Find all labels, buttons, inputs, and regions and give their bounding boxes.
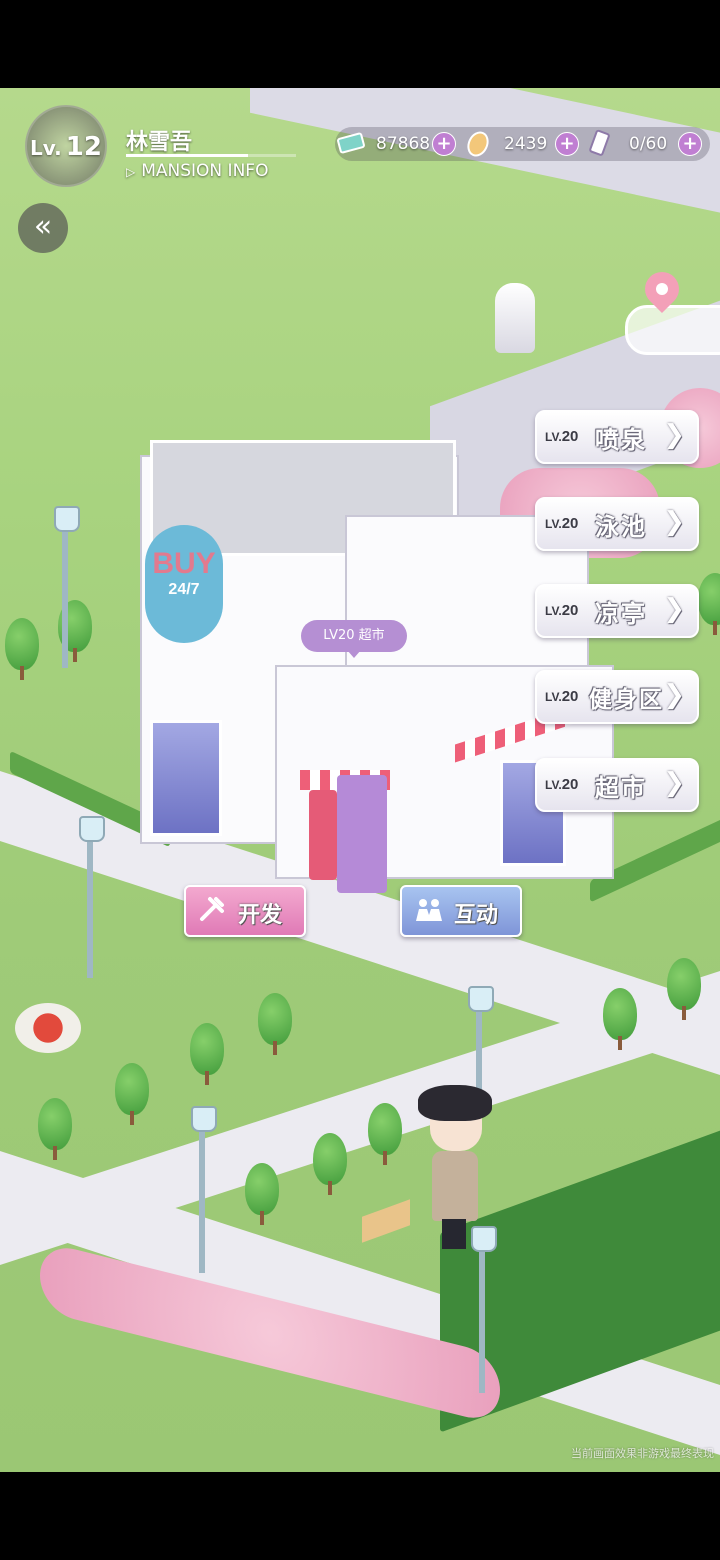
chevron-right-icon: ❯ xyxy=(663,768,685,798)
facility-level: LV.20 xyxy=(545,428,579,445)
street-lamp xyxy=(191,1106,217,1273)
tree xyxy=(603,988,637,1050)
character-legs xyxy=(442,1219,466,1249)
tree xyxy=(115,1063,149,1125)
mansion-info-label: MANSION INFO xyxy=(141,161,269,181)
street-lamp xyxy=(471,1226,497,1393)
buy-sign-sub: 24/7 xyxy=(168,581,200,598)
tree xyxy=(38,1098,72,1160)
exp-bar-fill xyxy=(126,154,248,157)
tree xyxy=(313,1133,347,1195)
back-button[interactable]: « xyxy=(18,203,68,253)
chevron-right-icon: ❯ xyxy=(663,507,685,537)
bottom-black-bar xyxy=(0,1472,720,1560)
facility-button-supermarket[interactable]: LV.20 超市 ❯ xyxy=(535,758,699,812)
level-label: Lv. 12 xyxy=(30,132,102,162)
top-black-bar xyxy=(0,0,720,88)
flower-pot xyxy=(15,1003,81,1053)
location-pill[interactable] xyxy=(625,305,720,355)
tree xyxy=(368,1103,402,1165)
bench xyxy=(362,1199,410,1243)
mansion-info-link[interactable]: ▷ MANSION INFO xyxy=(126,161,268,181)
facility-level: LV.20 xyxy=(545,602,579,619)
buy-sign: BUY 24/7 xyxy=(145,525,223,643)
vending-machine xyxy=(337,775,387,893)
cash-amount: 87868 xyxy=(376,134,431,154)
facility-button-pool[interactable]: LV.20 泳池 ❯ xyxy=(535,497,699,551)
tree xyxy=(667,958,701,1020)
chevron-right-icon: ❯ xyxy=(663,594,685,624)
facility-level: LV.20 xyxy=(545,688,579,705)
street-lamp xyxy=(79,816,105,978)
facility-name: 喷泉 xyxy=(595,426,647,454)
chevron-right-icon: ❯ xyxy=(663,680,685,710)
add-cash-button[interactable]: + xyxy=(432,132,456,156)
facility-level: LV.20 xyxy=(545,776,579,793)
fountain-urn xyxy=(495,283,535,353)
interact-button[interactable]: 互动 xyxy=(400,885,522,937)
vending-machine xyxy=(309,790,337,880)
level-number: 12 xyxy=(65,132,102,162)
develop-label: 开发 xyxy=(238,903,283,928)
facility-name: 泳池 xyxy=(595,513,647,541)
tree xyxy=(698,573,720,635)
facility-button-pavilion[interactable]: LV.20 凉亭 ❯ xyxy=(535,584,699,638)
facility-name: 凉亭 xyxy=(595,600,647,628)
facility-name: 超市 xyxy=(595,774,647,802)
play-triangle-icon: ▷ xyxy=(126,165,136,179)
disclaimer-text: 当前画面效果非游戏最终表现 xyxy=(571,1447,714,1460)
street-lamp xyxy=(54,506,80,668)
add-gem-button[interactable]: + xyxy=(555,132,579,156)
add-energy-button[interactable]: + xyxy=(678,132,702,156)
facility-button-gym[interactable]: LV.20 健身区 ❯ xyxy=(535,670,699,724)
tree xyxy=(5,618,39,680)
people-icon xyxy=(414,895,444,930)
gem-icon xyxy=(463,128,493,158)
building-level-tag[interactable]: LV20 超市 xyxy=(301,620,407,658)
tools-icon xyxy=(198,895,226,930)
tree xyxy=(190,1023,224,1085)
cash-icon xyxy=(336,128,366,158)
chevron-right-icon: ❯ xyxy=(663,420,685,450)
energy-drink-icon xyxy=(585,128,615,158)
energy-amount: 0/60 xyxy=(629,134,668,154)
character-chibi[interactable] xyxy=(410,1085,500,1255)
window xyxy=(150,720,222,836)
develop-button[interactable]: 开发 xyxy=(184,885,306,937)
tree xyxy=(258,993,292,1055)
buy-sign-main: BUY xyxy=(152,547,216,580)
tree xyxy=(245,1163,279,1225)
character-body xyxy=(432,1151,478,1221)
facility-name: 健身区 xyxy=(589,687,664,713)
gem-amount: 2439 xyxy=(504,134,548,154)
player-name[interactable]: 林雪吾 xyxy=(126,124,192,156)
level-prefix: Lv. xyxy=(30,136,62,160)
facility-level: LV.20 xyxy=(545,515,579,532)
interact-label: 互动 xyxy=(454,903,499,928)
facility-button-fountain[interactable]: LV.20 喷泉 ❯ xyxy=(535,410,699,464)
character-hair xyxy=(418,1085,492,1121)
